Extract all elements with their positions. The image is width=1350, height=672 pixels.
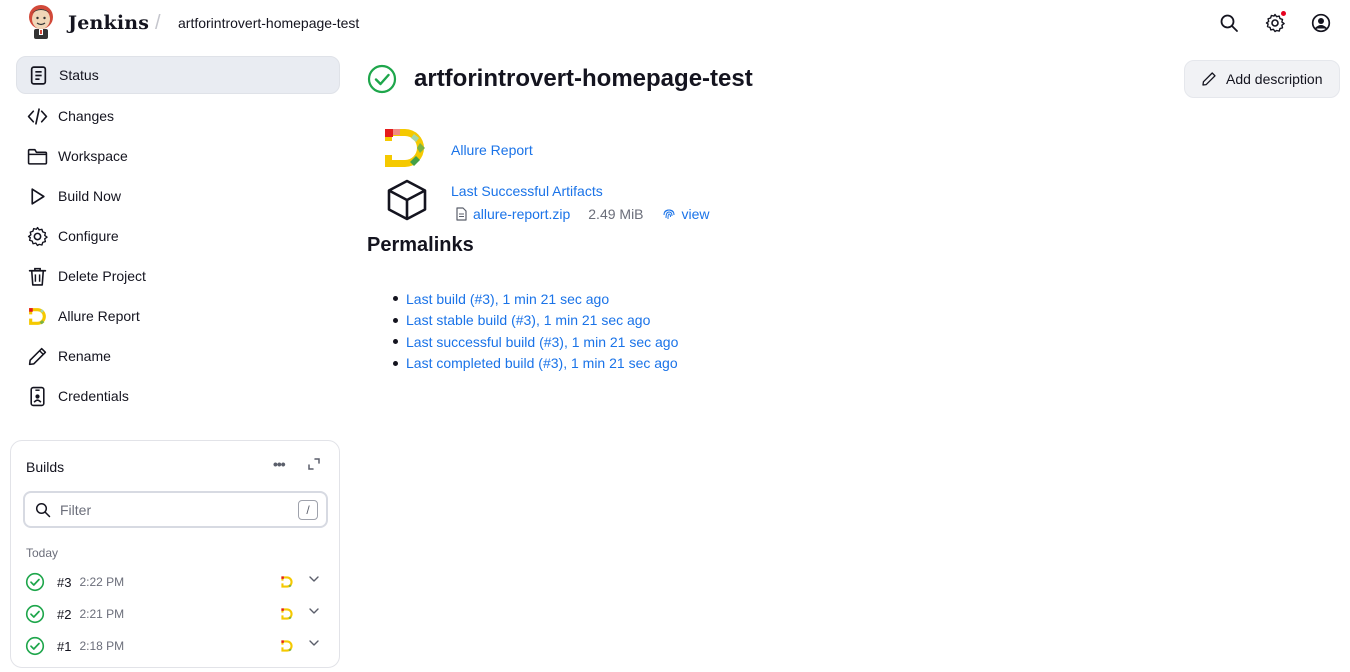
page-title: artforintrovert-homepage-test	[414, 65, 753, 92]
user-icon[interactable]	[1309, 11, 1333, 35]
chevron-down-icon[interactable]	[308, 573, 320, 585]
chevron-down-icon[interactable]	[308, 605, 320, 617]
jenkins-logo[interactable]	[26, 4, 56, 42]
chevron-down-icon[interactable]	[308, 637, 320, 649]
permalinks-list: Last build (#3), 1 min 21 sec ago Last s…	[393, 288, 678, 374]
build-row[interactable]: #2 2:21 PM	[25, 602, 325, 626]
success-icon	[367, 64, 397, 94]
build-number[interactable]: #2	[57, 607, 71, 622]
document-icon	[27, 64, 49, 86]
code-icon	[26, 105, 48, 127]
gear-icon	[1265, 13, 1285, 33]
sidebar-item-status[interactable]: Status	[16, 56, 340, 94]
filter-shortcut-key: /	[298, 499, 318, 520]
allure-icon[interactable]	[280, 607, 294, 621]
sidebar-item-credentials[interactable]: Credentials	[16, 378, 340, 414]
permalink-last-successful-build[interactable]: Last successful build (#3), 1 min 21 sec…	[406, 334, 678, 350]
settings-button[interactable]	[1263, 11, 1287, 35]
sidebar-item-rename[interactable]: Rename	[16, 338, 340, 374]
build-time: 2:18 PM	[79, 639, 125, 653]
sidebar-item-build-now[interactable]: Build Now	[16, 178, 340, 214]
sidebar-item-configure[interactable]: Configure	[16, 218, 340, 254]
search-icon	[35, 502, 51, 517]
artifact-view-link[interactable]: view	[682, 206, 710, 222]
artifact-row: allure-report.zip 2.49 MiB view	[455, 205, 710, 223]
build-time: 2:22 PM	[79, 575, 125, 589]
permalinks-heading: Permalinks	[367, 234, 474, 256]
allure-logo[interactable]	[383, 127, 429, 169]
builds-title: Builds	[26, 459, 65, 475]
sidebar-item-changes[interactable]: Changes	[16, 98, 340, 134]
allure-icon[interactable]	[280, 575, 294, 589]
permalink-last-completed-build[interactable]: Last completed build (#3), 1 min 21 sec …	[406, 355, 678, 371]
allure-report-link[interactable]: Allure Report	[451, 142, 533, 158]
success-icon	[25, 636, 45, 656]
play-icon	[26, 185, 48, 207]
builds-group-label: Today	[26, 546, 59, 560]
add-description-button[interactable]: Add description	[1184, 60, 1340, 98]
sidebar-item-allure-report[interactable]: Allure Report	[16, 298, 340, 334]
artifact-file-link[interactable]: allure-report.zip	[473, 206, 570, 222]
sidebar-item-delete-project[interactable]: Delete Project	[16, 258, 340, 294]
top-header: Jenkins / artforintrovert-homepage-test	[0, 0, 1350, 48]
sidebar-item-label: Workspace	[58, 148, 128, 164]
folder-icon	[26, 145, 48, 167]
pencil-icon	[1202, 72, 1216, 86]
success-icon	[25, 604, 45, 624]
filter-input[interactable]	[60, 501, 298, 518]
sidebar-item-label: Configure	[58, 228, 119, 244]
sidebar-item-label: Changes	[58, 108, 115, 124]
sidebar-item-label: Status	[59, 67, 99, 83]
sidebar-item-label: Credentials	[58, 388, 129, 404]
gear-icon	[26, 225, 48, 247]
more-icon[interactable]: •••	[273, 456, 293, 472]
sidebar-item-workspace[interactable]: Workspace	[16, 138, 340, 174]
allure-icon[interactable]	[280, 639, 294, 653]
builds-filter[interactable]: /	[23, 491, 328, 528]
notification-dot	[1281, 11, 1286, 16]
package-icon	[387, 179, 427, 221]
sidebar-item-label: Delete Project	[58, 268, 146, 284]
last-successful-artifacts-link[interactable]: Last Successful Artifacts	[451, 183, 603, 199]
build-number[interactable]: #1	[57, 639, 71, 654]
sidebar-item-label: Allure Report	[58, 308, 140, 324]
build-number[interactable]: #3	[57, 575, 71, 590]
list-item: Last stable build (#3), 1 min 21 sec ago	[393, 310, 678, 332]
list-item: Last build (#3), 1 min 21 sec ago	[393, 288, 678, 310]
allure-icon	[26, 305, 48, 327]
build-row[interactable]: #1 2:18 PM	[25, 634, 325, 658]
breadcrumb-separator: /	[155, 12, 161, 34]
build-row[interactable]: #3 2:22 PM	[25, 570, 325, 594]
expand-icon[interactable]	[307, 457, 321, 471]
sidebar-item-label: Build Now	[58, 188, 122, 204]
trash-icon	[26, 265, 48, 287]
brand-name[interactable]: Jenkins	[68, 12, 149, 34]
list-item: Last completed build (#3), 1 min 21 sec …	[393, 353, 678, 375]
build-time: 2:21 PM	[79, 607, 125, 621]
builds-panel: Builds ••• / Today #3 2:22 PM #2 2:21 PM…	[10, 440, 340, 668]
artifact-size: 2.49 MiB	[588, 206, 644, 222]
fingerprint-icon[interactable]	[662, 207, 676, 221]
list-item: Last successful build (#3), 1 min 21 sec…	[393, 331, 678, 353]
permalink-last-stable-build[interactable]: Last stable build (#3), 1 min 21 sec ago	[406, 312, 650, 328]
sidebar-item-label: Rename	[58, 348, 111, 364]
breadcrumb-job[interactable]: artforintrovert-homepage-test	[178, 15, 359, 31]
search-icon[interactable]	[1217, 11, 1241, 35]
add-description-label: Add description	[1226, 71, 1323, 87]
id-card-icon	[26, 385, 48, 407]
success-icon	[25, 572, 45, 592]
permalink-last-build[interactable]: Last build (#3), 1 min 21 sec ago	[406, 291, 609, 307]
file-icon	[456, 207, 467, 221]
pencil-icon	[26, 345, 48, 367]
